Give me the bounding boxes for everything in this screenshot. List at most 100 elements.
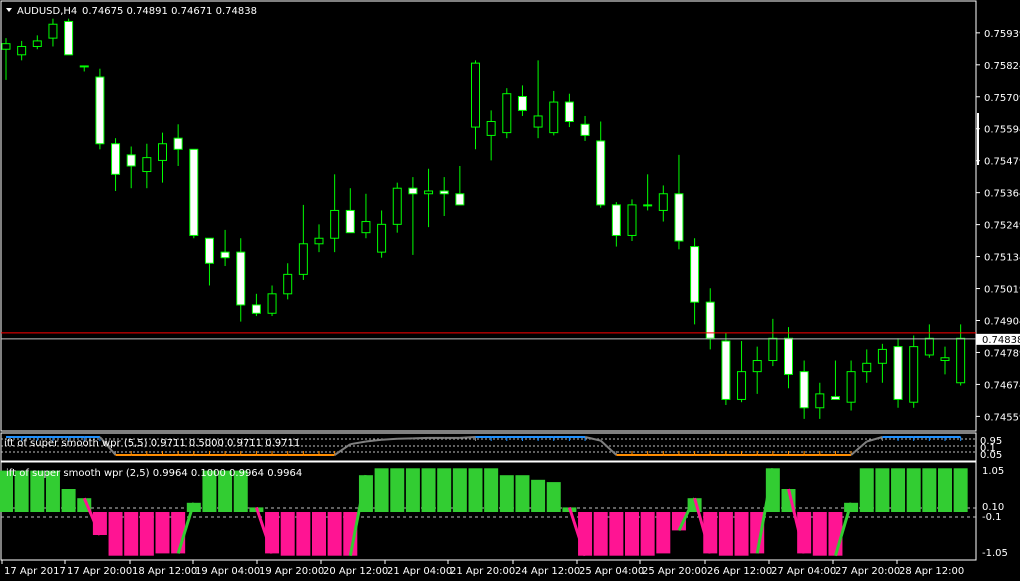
candle-body	[377, 223, 387, 253]
candle-body	[909, 346, 919, 403]
sub2-histogram-bar	[124, 512, 139, 556]
candle-body	[862, 362, 872, 373]
time-tick-label: 20 Apr 12:00	[323, 566, 388, 577]
candle-body	[611, 204, 621, 236]
candle-body	[330, 209, 340, 239]
sub2-histogram-bar	[609, 512, 624, 556]
sub2-histogram-bar	[593, 512, 608, 556]
symbol-header[interactable]: AUDUSD,H4 0.74675 0.74891 0.74671 0.7483…	[6, 6, 257, 17]
candle-body	[17, 45, 27, 56]
sub2-histogram-bar	[734, 512, 749, 556]
time-tick-label: 27 Apr 20:00	[835, 566, 900, 577]
candle-body	[956, 337, 966, 384]
indicator-2-label: ift of super smooth wpr (2,5) 0.9964 0.1…	[6, 468, 302, 479]
candle-body	[314, 237, 324, 245]
time-tick-label: 21 Apr 20:00	[450, 566, 515, 577]
sub2-histogram-bar	[531, 479, 546, 512]
price-tick-label: 0.74674	[984, 380, 1020, 391]
candle-body	[392, 187, 402, 225]
sub2-histogram-bar	[296, 512, 311, 556]
sub2-histogram-bar	[938, 468, 952, 512]
candle-body	[1, 43, 11, 50]
candle-body	[32, 40, 42, 47]
time-tick-label: 25 Apr 04:00	[579, 566, 644, 577]
candle-body	[95, 76, 105, 145]
price-tick-label: 0.74559	[984, 412, 1020, 423]
sub2-histogram-bar	[875, 468, 890, 512]
candle-body	[158, 143, 167, 161]
candle-body	[752, 360, 762, 373]
candle-body	[940, 357, 950, 362]
sub2-histogram-bar	[891, 468, 906, 512]
candle-body	[549, 101, 559, 134]
candle-body	[815, 393, 825, 409]
sub2-level-label-bottom: -1.05	[982, 548, 1008, 559]
candle-body	[111, 143, 121, 175]
sub2-histogram-bar	[499, 475, 514, 512]
candle-body	[298, 243, 308, 275]
candle-body	[204, 237, 214, 264]
candle-body	[439, 190, 449, 195]
candle-body	[189, 148, 199, 236]
sub2-histogram-bar	[280, 512, 295, 556]
sub2-histogram-bar	[656, 512, 671, 554]
candle-body	[283, 273, 293, 295]
candle-body	[674, 193, 684, 242]
time-tick-label: 17 Apr 20:00	[67, 566, 132, 577]
candle-body	[79, 65, 89, 68]
price-tick-label: 0.75709	[984, 93, 1020, 104]
candle-body	[236, 251, 246, 306]
time-tick-label: 27 Apr 04:00	[771, 566, 836, 577]
candle-body	[893, 346, 903, 400]
candle-body	[846, 371, 856, 403]
price-tick-label: 0.74789	[984, 348, 1020, 359]
time-tick-label: 28 Apr 12:00	[899, 566, 964, 577]
ohlc-values-label: 0.74675 0.74891 0.74671 0.74838	[82, 6, 257, 17]
candle-body	[877, 348, 887, 364]
sub1-level-label-3: 0.05	[980, 450, 1002, 461]
sub2-histogram-bar	[640, 512, 655, 556]
sub1-segment	[381, 437, 398, 441]
price-tick-label: 0.75019	[984, 285, 1020, 296]
candle-body	[517, 95, 527, 111]
candle-body	[64, 20, 74, 56]
sub2-level-label-top: 1.05	[982, 466, 1004, 477]
candle-body	[126, 154, 136, 167]
sub1-segment	[459, 436, 476, 439]
time-tick-label: 25 Apr 20:00	[642, 566, 707, 577]
candle-body	[486, 121, 496, 136]
current-price-tag-text: 0.74838	[982, 335, 1020, 346]
sub2-histogram-bar	[61, 489, 76, 512]
sub2-histogram-bar	[327, 512, 342, 556]
candle-body	[580, 123, 590, 136]
scroll-marker[interactable]	[977, 113, 979, 165]
candle-body	[502, 93, 512, 134]
candle-body	[690, 246, 700, 303]
sub2-histogram-bar	[812, 512, 827, 556]
time-tick-label: 24 Apr 12:00	[515, 566, 580, 577]
time-tick-label: 19 Apr 04:00	[195, 566, 260, 577]
sub2-histogram-bar	[437, 468, 452, 512]
candle-body	[799, 371, 809, 409]
indicator-1-label: ift of super smooth wpr (5,5) 0.9711 0.5…	[4, 438, 300, 449]
sub2-histogram-bar	[484, 468, 499, 512]
time-tick-label: 21 Apr 04:00	[387, 566, 452, 577]
price-tick-label: 0.75364	[984, 189, 1020, 200]
sub2-histogram-bar	[906, 468, 921, 512]
sub2-histogram-bar	[859, 468, 874, 512]
candle-body	[627, 204, 637, 236]
candle-body	[48, 23, 58, 39]
candle-body	[533, 115, 543, 128]
time-tick-label: 17 Apr 2017	[4, 566, 66, 577]
sub2-histogram-bar	[546, 482, 561, 512]
time-tick-label: 26 Apr 12:00	[707, 566, 772, 577]
candle-body	[768, 337, 778, 362]
chart-window[interactable]: AUDUSD,H4 0.74675 0.74891 0.74671 0.7483…	[0, 0, 1020, 581]
sub2-histogram-bar	[421, 468, 436, 512]
sub2-histogram-bar	[625, 512, 639, 556]
sub2-histogram-bar	[405, 468, 420, 512]
candle-body	[643, 204, 653, 207]
sub2-histogram-bar	[468, 468, 483, 512]
candle-body	[361, 221, 371, 234]
price-tick-label: 0.74904	[984, 316, 1020, 327]
